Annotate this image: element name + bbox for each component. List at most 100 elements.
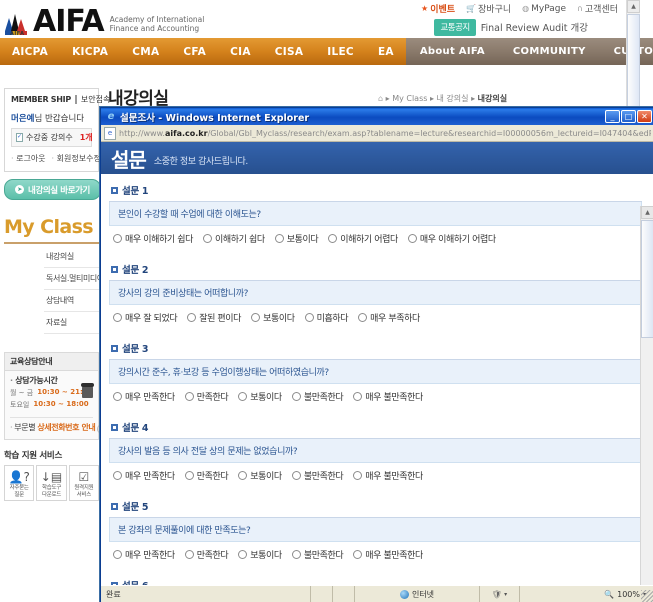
radio-icon[interactable] (291, 471, 301, 480)
radio-icon[interactable] (238, 471, 248, 480)
option-3[interactable]: 보통이다 (238, 390, 282, 403)
maximize-button[interactable]: □ (621, 110, 636, 123)
option-5[interactable]: 매우 불만족한다 (353, 548, 423, 561)
nav-item-about-aifa[interactable]: About AIFA (406, 38, 499, 65)
sidebar-item-reading-room-reservation[interactable]: 독서실.멀티미디어실 예약/확인 (44, 268, 143, 290)
option-2[interactable]: 이해하기 쉽다 (202, 232, 265, 245)
option-2[interactable]: 잘된 편이다 (187, 311, 241, 324)
option-4[interactable]: 불만족한다 (291, 390, 344, 403)
window-title-bar[interactable]: e 설문조사 - Windows Internet Explorer _ □ ✕ (101, 108, 653, 125)
radio-icon[interactable] (184, 550, 194, 559)
department-phone-link[interactable]: 부문별 상세전화번호 안내+ (10, 417, 108, 434)
radio-icon[interactable] (353, 471, 363, 480)
option-3[interactable]: 보통이다 (251, 311, 295, 324)
utility-link-cart[interactable]: 🛒 장바구니 (466, 2, 511, 15)
service-card-remote-support[interactable]: ☑ 원격지원 서비스 (68, 465, 99, 502)
radio-icon[interactable] (358, 313, 368, 322)
utility-link-event[interactable]: ★ 이벤트 (421, 2, 455, 15)
option-5[interactable]: 매우 부족하다 (358, 311, 420, 324)
radio-icon[interactable] (187, 313, 197, 322)
utility-link-mypage[interactable]: ◍ MyPage (522, 4, 566, 14)
enrolled-count-box[interactable]: ✓ 수강중 강의수 1개 (11, 128, 93, 147)
radio-icon[interactable] (291, 550, 301, 559)
weekday-label: 월 ~ 금 (10, 389, 34, 397)
radio-icon[interactable] (304, 313, 314, 322)
nav-item-cma[interactable]: CMA (120, 38, 171, 65)
nav-item-cisa[interactable]: CISA (263, 38, 316, 65)
nav-item-aicpa[interactable]: AICPA (0, 38, 60, 65)
radio-icon[interactable] (184, 471, 194, 480)
option-1[interactable]: 매우 만족한다 (113, 390, 175, 403)
window-resize-grip[interactable] (641, 590, 653, 602)
option-5[interactable]: 매우 이해하기 어렵다 (407, 232, 496, 245)
nav-item-ea[interactable]: EA (366, 38, 406, 65)
radio-icon[interactable] (202, 234, 212, 243)
radio-icon[interactable] (113, 392, 122, 401)
sidebar-item-my-classroom[interactable]: 내강의실 (44, 246, 99, 268)
notice-text[interactable]: Final Review Audit 개강 (481, 20, 588, 34)
logout-link[interactable]: 로그아웃 (11, 153, 45, 164)
sidebar-item-materials[interactable]: 자료실 (44, 312, 99, 334)
service-card-faq[interactable]: 👤? 자주묻는 질문 (4, 465, 35, 502)
radio-icon[interactable] (353, 550, 363, 559)
option-4[interactable]: 불만족한다 (291, 469, 344, 482)
nav-item-ilec[interactable]: ILEC (315, 38, 366, 65)
radio-icon[interactable] (184, 392, 194, 401)
radio-icon[interactable] (113, 234, 122, 243)
option-2[interactable]: 만족한다 (184, 548, 229, 561)
radio-icon[interactable] (113, 313, 122, 322)
utility-link-customer-center[interactable]: ∩ 고객센터 (577, 2, 618, 15)
sidebar-item-consult-history[interactable]: 상담내역 (44, 290, 99, 312)
radio-icon[interactable] (407, 234, 417, 243)
zoom-control[interactable]: 🔍 100% ▾ (520, 586, 653, 602)
security-zone[interactable]: 인터넷 (355, 586, 480, 602)
option-3[interactable]: 보통이다 (238, 469, 282, 482)
option-5[interactable]: 매우 불만족한다 (353, 390, 423, 403)
option-5[interactable]: 매우 불만족한다 (353, 469, 423, 482)
utility-label: 장바구니 (478, 5, 512, 15)
nav-item-community[interactable]: COMMUNITY (499, 38, 600, 65)
classroom-shortcut-button[interactable]: ➤ 내강의실 바로가기 (4, 179, 101, 200)
option-2[interactable]: 만족한다 (184, 390, 229, 403)
edit-profile-link[interactable]: 회원정보수정 (52, 153, 101, 164)
scroll-up-arrow-icon[interactable]: ▲ (627, 0, 640, 13)
radio-icon[interactable] (353, 392, 363, 401)
option-1[interactable]: 매우 잘 되었다 (113, 311, 178, 324)
protected-mode[interactable]: 🛡 ▾ (480, 586, 520, 602)
option-4[interactable]: 미흡하다 (304, 311, 349, 324)
option-1[interactable]: 매우 만족한다 (113, 548, 175, 561)
radio-icon[interactable] (291, 392, 301, 401)
scrollbar-thumb[interactable] (641, 220, 653, 338)
scroll-up-arrow-icon[interactable]: ▲ (641, 206, 653, 219)
breadcrumb-item-classroom[interactable]: 내 강의실 (437, 94, 469, 103)
nav-item-cfa[interactable]: CFA (171, 38, 218, 65)
close-button[interactable]: ✕ (637, 110, 652, 123)
radio-icon[interactable] (238, 550, 248, 559)
option-1[interactable]: 매우 만족한다 (113, 469, 175, 482)
address-bar[interactable]: e http://www.aifa.co.kr/Global/Gbl_Mycla… (101, 125, 653, 142)
radio-icon[interactable] (274, 234, 284, 243)
option-3[interactable]: 보통이다 (238, 548, 282, 561)
address-bar-url[interactable]: http://www.aifa.co.kr/Global/Gbl_Myclass… (119, 129, 651, 138)
service-card-download[interactable]: ↓▤ 학습도구 다운로드 (36, 465, 67, 502)
radio-icon[interactable] (328, 234, 338, 243)
nav-item-cia[interactable]: CIA (218, 38, 263, 65)
breadcrumb-item-myclass[interactable]: My Class (392, 94, 427, 103)
radio-icon[interactable] (251, 313, 261, 322)
browser-vertical-scrollbar[interactable]: ▲ ▼ (640, 206, 653, 585)
option-1[interactable]: 매우 이해하기 쉽다 (113, 232, 193, 245)
radio-icon[interactable] (238, 392, 248, 401)
option-2[interactable]: 만족한다 (184, 469, 229, 482)
secure-login-checkbox[interactable] (74, 95, 77, 104)
option-4[interactable]: 불만족한다 (291, 548, 344, 561)
radio-icon[interactable] (113, 471, 122, 480)
nav-item-kicpa[interactable]: KICPA (60, 38, 120, 65)
radio-icon[interactable] (113, 550, 122, 559)
breadcrumb-home-icon[interactable]: ⌂ (378, 94, 383, 103)
option-label: 매우 만족한다 (125, 472, 175, 482)
option-4[interactable]: 이해하기 어렵다 (328, 232, 398, 245)
minimize-button[interactable]: _ (605, 110, 620, 123)
site-logo[interactable]: AIFA AIFA Academy of International Finan… (5, 7, 204, 37)
survey-header: 설문 소중한 정보 감사드립니다. (101, 142, 653, 174)
option-3[interactable]: 보통이다 (274, 232, 319, 245)
